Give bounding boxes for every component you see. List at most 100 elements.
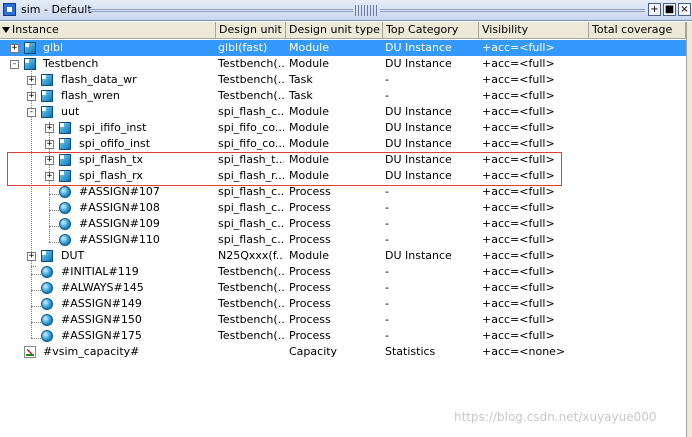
tree-row-glbl[interactable]: + glbl glbl(fast) Module DU Instance +ac… xyxy=(0,40,692,56)
tree-row-always-145[interactable]: #ALWAYS#145 Testbench(... Process - +acc… xyxy=(0,280,692,296)
collapse-icon[interactable]: - xyxy=(27,108,36,117)
drag-grip-icon[interactable] xyxy=(355,5,377,16)
tree-row-dut[interactable]: + DUT N25Qxxx(f... Module DU Instance +a… xyxy=(0,248,692,264)
tree-row-spi-ififo-inst[interactable]: + spi_ififo_inst spi_fifo_co... Module D… xyxy=(0,120,692,136)
tree-row-vsim-capacity[interactable]: #vsim_capacity# Capacity Statistics +acc… xyxy=(0,344,692,360)
expand-icon[interactable]: + xyxy=(45,140,54,149)
expand-icon[interactable]: + xyxy=(27,76,36,85)
instance-name: #ASSIGN#110 xyxy=(79,233,160,246)
header-visibility[interactable]: Visibility xyxy=(479,22,589,38)
design-unit-type-cell: Process xyxy=(289,201,331,214)
tree-row-flash-wren[interactable]: + flash_wren Testbench(... Task - +acc=<… xyxy=(0,88,692,104)
tree-row-assign-175[interactable]: #ASSIGN#175 Testbench(... Process - +acc… xyxy=(0,328,692,344)
design-unit-cell: spi_fifo_co... xyxy=(218,137,284,150)
top-category-cell: - xyxy=(385,313,389,326)
module-icon xyxy=(41,74,53,86)
module-icon xyxy=(24,58,36,70)
highlight-box xyxy=(7,152,562,186)
instance-name: DUT xyxy=(61,249,85,262)
process-icon xyxy=(41,298,53,310)
expand-icon[interactable]: + xyxy=(27,92,36,101)
design-unit-type-cell: Module xyxy=(289,105,329,118)
tree-row-assign-109[interactable]: #ASSIGN#109 spi_flash_c... Process - +ac… xyxy=(0,216,692,232)
tree-row-spi-ofifo-inst[interactable]: + spi_ofifo_inst spi_fifo_co... Module D… xyxy=(0,136,692,152)
top-category-cell: DU Instance xyxy=(385,105,452,118)
process-icon xyxy=(59,218,71,230)
design-unit-cell: Testbench(... xyxy=(218,281,284,294)
header-design-unit-type[interactable]: Design unit type xyxy=(286,22,383,38)
expand-icon[interactable]: + xyxy=(27,252,36,261)
watermark: https://blog.csdn.net/xuyayue000 xyxy=(454,410,657,424)
visibility-cell: +acc=<full> xyxy=(482,233,555,246)
top-category-cell: DU Instance xyxy=(385,57,452,70)
tree-row-initial-119[interactable]: #INITIAL#119 Testbench(... Process - +ac… xyxy=(0,264,692,280)
header-top-category[interactable]: Top Category xyxy=(383,22,479,38)
add-pane-button[interactable]: + xyxy=(648,3,661,16)
expand-icon[interactable]: + xyxy=(45,124,54,133)
design-unit-type-cell: Process xyxy=(289,185,331,198)
visibility-cell: +acc=<full> xyxy=(482,329,555,342)
instance-name: #vsim_capacity# xyxy=(43,345,140,358)
top-category-cell: - xyxy=(385,329,389,342)
design-unit-type-cell: Module xyxy=(289,249,329,262)
design-unit-type-cell: Process xyxy=(289,233,331,246)
visibility-cell: +acc=<full> xyxy=(482,249,555,262)
sim-window-icon xyxy=(3,3,16,16)
design-unit-cell: Testbench(... xyxy=(218,73,284,86)
design-unit-type-cell: Module xyxy=(289,57,329,70)
top-category-cell: DU Instance xyxy=(385,41,452,54)
tree-row-assign-108[interactable]: #ASSIGN#108 spi_flash_c... Process - +ac… xyxy=(0,200,692,216)
instance-name: Testbench xyxy=(43,57,99,70)
window-title-bar[interactable]: sim - Default + ■ × xyxy=(0,0,692,21)
design-unit-type-cell: Process xyxy=(289,265,331,278)
header-design-unit[interactable]: Design unit xyxy=(216,22,286,38)
visibility-cell: +acc=<full> xyxy=(482,121,555,134)
title-bar-rule xyxy=(88,9,353,12)
design-unit-cell: spi_flash_c... xyxy=(218,233,284,246)
header-instance-label: Instance xyxy=(12,23,59,36)
maximize-button[interactable]: ■ xyxy=(663,3,676,16)
visibility-cell: +acc=<full> xyxy=(482,105,555,118)
visibility-cell: +acc=<full> xyxy=(482,57,555,70)
design-unit-type-cell: Task xyxy=(289,73,313,86)
tree-row-flash-data-wr[interactable]: + flash_data_wr Testbench(... Task - +ac… xyxy=(0,72,692,88)
column-header: Instance Design unit Design unit type To… xyxy=(0,22,692,39)
expand-icon[interactable]: + xyxy=(10,44,19,53)
close-button[interactable]: × xyxy=(678,3,691,16)
visibility-cell: +acc=<full> xyxy=(482,217,555,230)
tree-row-assign-150[interactable]: #ASSIGN#150 Testbench(... Process - +acc… xyxy=(0,312,692,328)
module-icon xyxy=(41,90,53,102)
tree-row-assign-107[interactable]: #ASSIGN#107 spi_flash_c... Process - +ac… xyxy=(0,184,692,200)
module-icon xyxy=(59,122,71,134)
vertical-scrollbar[interactable] xyxy=(686,22,692,437)
instance-name: #ALWAYS#145 xyxy=(61,281,144,294)
visibility-cell: +acc=<full> xyxy=(482,185,555,198)
top-category-cell: - xyxy=(385,281,389,294)
header-total-coverage[interactable]: Total coverage xyxy=(589,22,686,38)
instance-name: #ASSIGN#109 xyxy=(79,217,160,230)
design-unit-type-cell: Module xyxy=(289,121,329,134)
process-icon xyxy=(59,186,71,198)
process-icon xyxy=(59,234,71,246)
visibility-cell: +acc=<full> xyxy=(482,265,555,278)
tree-row-uut[interactable]: - uut spi_flash_c... Module DU Instance … xyxy=(0,104,692,120)
design-unit-type-cell: Process xyxy=(289,281,331,294)
instance-name: glbl xyxy=(43,41,64,54)
design-unit-type-cell: Process xyxy=(289,329,331,342)
design-unit-type-cell: Process xyxy=(289,217,331,230)
collapse-icon[interactable]: - xyxy=(10,60,19,69)
tree-row-testbench[interactable]: - Testbench Testbench(... Module DU Inst… xyxy=(0,56,692,72)
instance-name: spi_ififo_inst xyxy=(79,121,147,134)
design-unit-cell xyxy=(218,344,284,360)
instance-name: #ASSIGN#149 xyxy=(61,297,142,310)
process-icon xyxy=(41,282,53,294)
design-unit-cell: spi_flash_c... xyxy=(218,201,284,214)
top-category-cell: - xyxy=(385,73,389,86)
header-instance[interactable]: Instance xyxy=(0,22,216,38)
tree-row-assign-110[interactable]: #ASSIGN#110 spi_flash_c... Process - +ac… xyxy=(0,232,692,248)
top-category-cell: DU Instance xyxy=(385,137,452,150)
tree-row-assign-149[interactable]: #ASSIGN#149 Testbench(... Process - +acc… xyxy=(0,296,692,312)
design-unit-cell: spi_fifo_co... xyxy=(218,121,284,134)
visibility-cell: +acc=<full> xyxy=(482,297,555,310)
design-unit-cell: Testbench(... xyxy=(218,57,284,70)
